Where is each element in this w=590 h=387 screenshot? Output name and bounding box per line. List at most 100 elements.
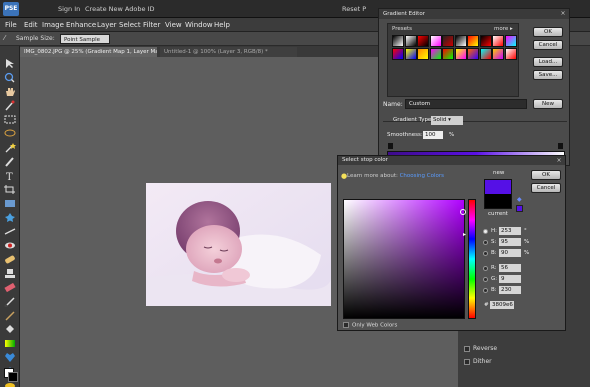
gradient-preset-swatch[interactable] (429, 48, 442, 60)
clone-stamp-tool-icon[interactable] (3, 268, 17, 279)
ok-button[interactable]: OK (531, 170, 561, 180)
close-icon[interactable]: × (555, 156, 563, 164)
brightness-radio[interactable] (483, 251, 488, 256)
background-color-swatch[interactable] (8, 372, 18, 382)
color-field[interactable] (343, 199, 466, 319)
brush-tool-icon[interactable] (3, 296, 17, 307)
gradient-preset-swatch[interactable] (404, 35, 417, 47)
sign-in-link[interactable]: Sign In (58, 5, 80, 13)
lasso-tool-icon[interactable] (3, 128, 17, 139)
hue-slider-arrow-icon[interactable]: ▸ (463, 231, 466, 238)
hand-tool-icon[interactable] (3, 86, 17, 97)
red-field[interactable]: 56 (499, 264, 521, 272)
blue-radio[interactable] (483, 288, 488, 293)
color-picker-circle[interactable] (460, 209, 466, 215)
menu-select[interactable]: Select (119, 21, 141, 29)
gradient-preset-swatch[interactable] (492, 35, 504, 47)
red-radio[interactable] (483, 266, 488, 271)
smart-brush-tool-icon[interactable] (3, 310, 17, 321)
more-menu[interactable]: more ▸ (494, 26, 513, 32)
baby-photo[interactable] (146, 183, 331, 306)
hex-field[interactable]: 3809e6 (490, 301, 514, 309)
quick-selection-tool-icon[interactable] (3, 156, 17, 167)
menu-window[interactable]: Window (185, 21, 213, 29)
ok-button[interactable]: OK (533, 27, 563, 37)
gradient-preset-swatch[interactable] (442, 48, 454, 60)
gradient-preset-swatch[interactable] (504, 35, 517, 47)
gradient-preset-swatch[interactable] (467, 35, 479, 47)
smoothness-field[interactable]: 100 (423, 131, 443, 139)
cancel-button[interactable]: Cancel (531, 183, 561, 193)
sample-size-label: Sample Size: (16, 35, 55, 42)
recompose-tool-icon[interactable] (3, 198, 17, 209)
create-id-link[interactable]: Create New Adobe ID (85, 5, 154, 13)
dither-checkbox[interactable] (464, 359, 470, 365)
reverse-checkbox[interactable] (464, 346, 470, 352)
load-button[interactable]: Load... (533, 57, 563, 67)
gradient-preset-swatch[interactable] (492, 48, 504, 60)
brightness-field[interactable]: 90 (499, 249, 521, 257)
gradient-preset-swatch[interactable] (392, 35, 404, 47)
gradient-preset-swatch[interactable] (454, 35, 467, 47)
hue-radio[interactable] (483, 229, 488, 234)
eraser-tool-icon[interactable] (3, 282, 17, 293)
gradient-preset-swatch[interactable] (479, 35, 492, 47)
green-field[interactable]: 9 (499, 275, 521, 283)
gradient-preset-swatch[interactable] (417, 48, 429, 60)
cookie-cutter-tool-icon[interactable] (3, 212, 17, 223)
menu-image[interactable]: Image (42, 21, 64, 29)
healing-brush-tool-icon[interactable] (3, 254, 17, 265)
shape-tool-icon[interactable] (3, 352, 17, 363)
tab-img-0802[interactable]: IMG_0802.JPG @ 25% (Gradient Map 1, Laye… (20, 47, 157, 57)
sample-size-select[interactable]: Point Sample (60, 34, 110, 44)
gradient-type-select[interactable]: Solid ▾ (431, 116, 463, 125)
gradient-preset-swatch[interactable] (429, 35, 442, 47)
green-radio[interactable] (483, 277, 488, 282)
gradient-preset-swatch[interactable] (392, 48, 404, 60)
gradient-preset-swatch[interactable] (454, 48, 467, 60)
hue-slider[interactable] (468, 199, 476, 319)
menu-enhance[interactable]: Enhance (66, 21, 96, 29)
gradient-preset-swatch[interactable] (504, 48, 517, 60)
close-icon[interactable]: × (559, 10, 567, 18)
paint-bucket-tool-icon[interactable] (3, 324, 17, 335)
menu-file[interactable]: File (5, 21, 17, 29)
zoom-tool-icon[interactable] (3, 72, 17, 83)
gradient-preset-swatch[interactable] (479, 48, 492, 60)
gradient-tool-icon[interactable] (3, 338, 17, 349)
menu-view[interactable]: View (165, 21, 182, 29)
cancel-button[interactable]: Cancel (533, 40, 563, 50)
tab-untitled-1[interactable]: Untitled-1 @ 100% (Layer 3, RGB/8) * (160, 47, 297, 57)
saturation-field[interactable]: 95 (499, 238, 521, 246)
choosing-colors-link[interactable]: Choosing Colors (400, 173, 444, 179)
web-color-cube-icon[interactable]: ◆ (517, 196, 522, 203)
reset-panels-button[interactable]: Reset P (342, 5, 366, 13)
menu-layer[interactable]: Layer (97, 21, 117, 29)
save-button[interactable]: Save... (533, 70, 563, 80)
straighten-tool-icon[interactable] (3, 226, 17, 237)
blue-field[interactable]: 230 (499, 286, 521, 294)
gradient-preset-swatch[interactable] (442, 35, 454, 47)
hue-field[interactable]: 253 (499, 227, 521, 235)
menu-edit[interactable]: Edit (24, 21, 38, 29)
menu-help[interactable]: Help (214, 21, 230, 29)
type-tool-icon[interactable]: T (3, 170, 17, 181)
move-tool-icon[interactable] (3, 58, 17, 69)
menu-filter[interactable]: Filter (143, 21, 160, 29)
red-eye-tool-icon[interactable] (3, 240, 17, 251)
magic-wand-tool-icon[interactable] (3, 142, 17, 153)
eyedropper-tool-icon[interactable] (3, 100, 17, 111)
gradient-preset-swatch[interactable] (417, 35, 429, 47)
crop-tool-icon[interactable] (3, 184, 17, 195)
only-web-colors-checkbox[interactable]: Only Web Colors (343, 322, 397, 329)
new-button[interactable]: New (533, 99, 563, 109)
opacity-stop-right[interactable] (558, 143, 563, 149)
current-color-swatch[interactable] (484, 194, 512, 209)
marquee-tool-icon[interactable] (3, 114, 17, 125)
web-safe-swatch[interactable] (516, 205, 523, 212)
gradient-name-field[interactable]: Custom (405, 99, 527, 109)
saturation-radio[interactable] (483, 240, 488, 245)
gradient-preset-swatch[interactable] (467, 48, 479, 60)
opacity-stop-left[interactable] (388, 143, 393, 149)
gradient-preset-swatch[interactable] (404, 48, 417, 60)
